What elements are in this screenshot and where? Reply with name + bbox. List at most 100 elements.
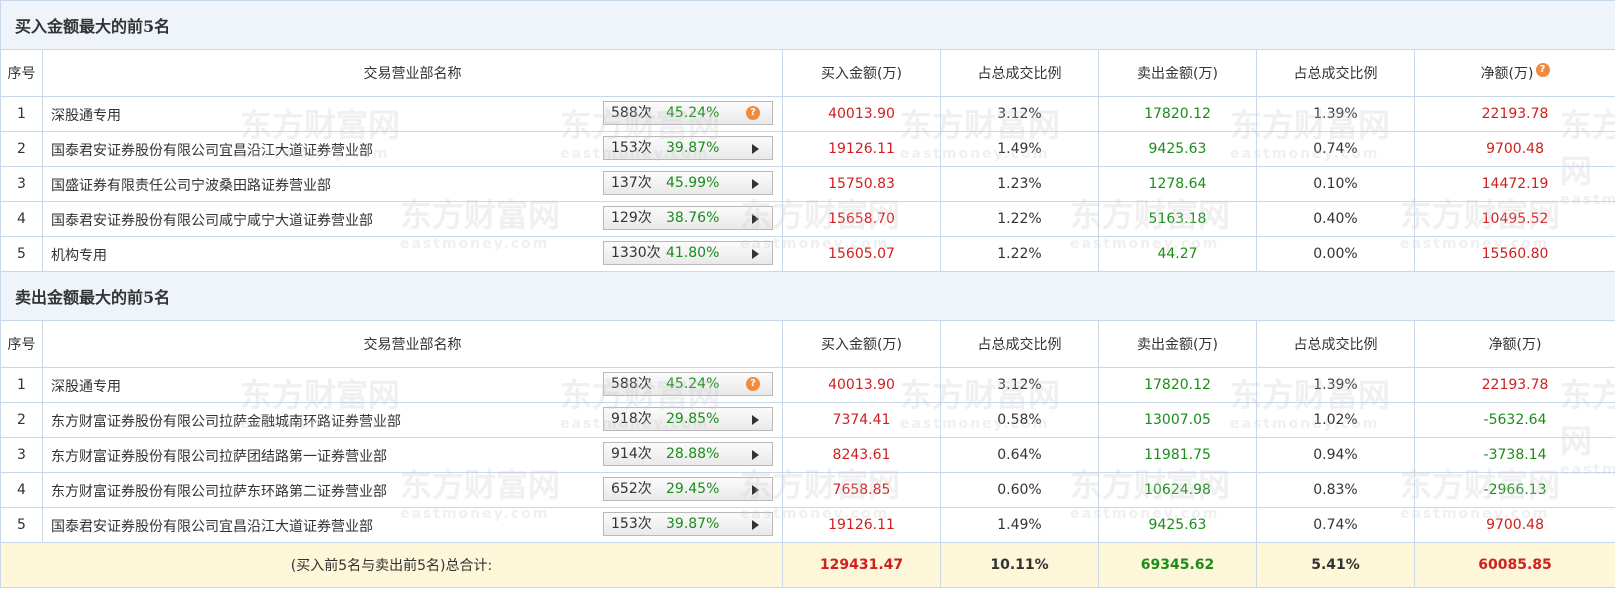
win-rate: 45.99% (666, 175, 720, 191)
buy-amount: 40013.90 (782, 96, 941, 132)
play-arrow-icon[interactable] (752, 144, 759, 154)
col-sell-header: 卖出金额(万) (1098, 320, 1257, 368)
total-row: (买入前5名与卖出前5名)总合计: 129431.47 10.11% 69345.62… (0, 542, 1615, 588)
total-net: 60085.85 (1413, 542, 1615, 588)
buy-amount: 19126.11 (782, 131, 941, 167)
win-rate: 38.76% (666, 210, 720, 226)
sell-amount: 13007.05 (1098, 402, 1257, 438)
trade-count: 652次 (611, 481, 652, 497)
help-icon[interactable]: ? (1535, 63, 1550, 77)
net-amount: 9700.48 (1413, 131, 1615, 167)
buy-ratio: 0.58% (940, 402, 1099, 438)
sell-ratio: 0.74% (1256, 131, 1415, 167)
sell-top5-title-row: 卖出金额最大的前5名 (0, 271, 1615, 321)
branch-name[interactable]: 国泰君安证券股份有限公司咸宁咸宁大道证券营业部 (51, 210, 373, 230)
row-index: 4 (0, 201, 43, 237)
play-arrow-icon[interactable] (752, 450, 759, 460)
branch-stats-button[interactable]: 652次 29.45% (603, 477, 773, 501)
branch-name[interactable]: 国泰君安证券股份有限公司宜昌沿江大道证券营业部 (51, 140, 373, 160)
branch-cell: 深股通专用 588次 45.24%? (42, 96, 783, 132)
branch-name[interactable]: 东方财富证券股份有限公司拉萨东环路第二证券营业部 (51, 481, 387, 501)
sell-ratio: 1.02% (1256, 402, 1415, 438)
table-row: 5 机构专用 1330次 41.80% 15605.07 1.22% 44.27 0.00% 1… (0, 236, 1615, 272)
branch-cell: 国泰君安证券股份有限公司咸宁咸宁大道证券营业部 129次 38.76% (42, 201, 783, 237)
buy-amount: 19126.11 (782, 507, 941, 543)
branch-name[interactable]: 东方财富证券股份有限公司拉萨金融城南环路证券营业部 (51, 411, 401, 431)
col-sell-pct-header: 占总成交比例 (1256, 49, 1415, 97)
play-arrow-icon[interactable] (752, 520, 759, 530)
row-index: 5 (0, 236, 43, 272)
trade-count: 914次 (611, 446, 652, 462)
branch-name[interactable]: 深股通专用 (51, 105, 121, 125)
branch-cell: 东方财富证券股份有限公司拉萨金融城南环路证券营业部 918次 29.85% (42, 402, 783, 438)
play-arrow-icon[interactable] (752, 415, 759, 425)
net-amount: 15560.80 (1413, 236, 1615, 272)
branch-stats-button[interactable]: 588次 45.24%? (603, 372, 773, 396)
branch-stats-button[interactable]: 1330次 41.80% (603, 241, 773, 265)
col-branch-header: 交易营业部名称 (42, 49, 783, 97)
header-label: 占总成交比例 (1293, 337, 1378, 353)
branch-name[interactable]: 机构专用 (51, 245, 107, 265)
lhb-table: 买入金额最大的前5名 序号 交易营业部名称 买入金额(万) 占总成交比例 卖出金额(万) 占… (0, 0, 1615, 588)
play-arrow-icon[interactable] (752, 179, 759, 189)
row-index: 1 (0, 96, 43, 132)
branch-name[interactable]: 深股通专用 (51, 376, 121, 396)
sell-amount: 5163.18 (1098, 201, 1257, 237)
total-sell: 69345.62 (1098, 542, 1257, 588)
buy-ratio: 3.12% (940, 96, 1099, 132)
buy-amount: 40013.90 (782, 367, 941, 403)
table-row: 3 国盛证券有限责任公司宁波桑田路证券营业部 137次 45.99% 15750.83 1… (0, 166, 1615, 202)
total-buy: 129431.47 (782, 542, 941, 588)
branch-name[interactable]: 国盛证券有限责任公司宁波桑田路证券营业部 (51, 175, 331, 195)
branch-stats-button[interactable]: 588次 45.24%? (603, 101, 773, 125)
col-sell-header: 卖出金额(万) (1098, 49, 1257, 97)
total-label: (买入前5名与卖出前5名)总合计: (0, 542, 783, 588)
col-sell-pct-header: 占总成交比例 (1256, 320, 1415, 368)
sell-amount: 9425.63 (1098, 131, 1257, 167)
header-label: 买入金额(万) (821, 66, 902, 82)
branch-cell: 东方财富证券股份有限公司拉萨团结路第一证券营业部 914次 28.88% (42, 437, 783, 473)
net-amount: 14472.19 (1413, 166, 1615, 202)
help-icon[interactable]: ? (746, 377, 760, 391)
buy-top5-header-row: 序号 交易营业部名称 买入金额(万) 占总成交比例 卖出金额(万) 占总成交比例 净额(万)… (0, 49, 1615, 97)
branch-name[interactable]: 东方财富证券股份有限公司拉萨团结路第一证券营业部 (51, 446, 387, 466)
branch-stats-button[interactable]: 153次 39.87% (603, 136, 773, 160)
branch-stats-button[interactable]: 914次 28.88% (603, 442, 773, 466)
play-arrow-icon[interactable] (752, 485, 759, 495)
buy-amount: 15658.70 (782, 201, 941, 237)
sell-ratio: 1.39% (1256, 96, 1415, 132)
branch-stats-button[interactable]: 918次 29.85% (603, 407, 773, 431)
sell-amount: 1278.64 (1098, 166, 1257, 202)
play-arrow-icon[interactable] (752, 214, 759, 224)
trade-count: 129次 (611, 210, 652, 226)
sell-ratio: 0.74% (1256, 507, 1415, 543)
net-amount: -3738.14 (1413, 437, 1615, 473)
net-amount: 22193.78 (1413, 96, 1615, 132)
buy-ratio: 1.23% (940, 166, 1099, 202)
trade-count: 588次 (611, 376, 652, 392)
buy-ratio: 0.60% (940, 472, 1099, 508)
row-index: 5 (0, 507, 43, 543)
trade-count: 1330次 (611, 245, 661, 261)
row-index: 1 (0, 367, 43, 403)
branch-stats-button[interactable]: 129次 38.76% (603, 206, 773, 230)
branch-stats-button[interactable]: 137次 45.99% (603, 171, 773, 195)
table-row: 2 国泰君安证券股份有限公司宜昌沿江大道证券营业部 153次 39.87% 19126.… (0, 131, 1615, 167)
buy-ratio: 1.22% (940, 236, 1099, 272)
sell-top5-header-row: 序号 交易营业部名称 买入金额(万) 占总成交比例 卖出金额(万) 占总成交比例 净额(万) (0, 320, 1615, 368)
branch-stats-button[interactable]: 153次 39.87% (603, 512, 773, 536)
net-amount: 9700.48 (1413, 507, 1615, 543)
win-rate: 29.85% (666, 411, 720, 427)
branch-cell: 国盛证券有限责任公司宁波桑田路证券营业部 137次 45.99% (42, 166, 783, 202)
help-icon[interactable]: ? (746, 106, 760, 120)
header-label: 序号 (7, 66, 36, 82)
header-label: 净额(万) (1488, 337, 1542, 353)
col-buy-header: 买入金额(万) (782, 49, 941, 97)
branch-name[interactable]: 国泰君安证券股份有限公司宜昌沿江大道证券营业部 (51, 516, 373, 536)
net-amount: 10495.52 (1413, 201, 1615, 237)
play-arrow-icon[interactable] (752, 249, 759, 259)
buy-amount: 8243.61 (782, 437, 941, 473)
col-buy-pct-header: 占总成交比例 (940, 49, 1099, 97)
table-row: 4 东方财富证券股份有限公司拉萨东环路第二证券营业部 652次 29.45% 7658.… (0, 472, 1615, 508)
sell-ratio: 0.83% (1256, 472, 1415, 508)
